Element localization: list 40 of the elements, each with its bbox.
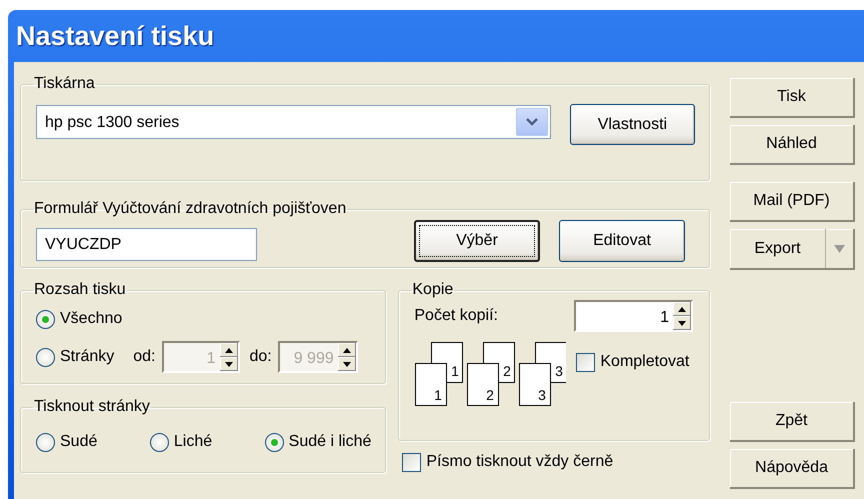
copies-label: Počet kopií: [414, 306, 498, 326]
triangle-down-icon [224, 360, 234, 368]
copies-spinner[interactable]: 1 [574, 300, 693, 332]
group-label: Kopie [411, 281, 454, 299]
group-label: Formulář Vyúčtování zdravotních pojišťoven [33, 200, 348, 218]
to-page-spinner: 9 999 [278, 341, 358, 373]
dropdown-button[interactable] [516, 108, 548, 136]
group-label: Rozsah tisku [33, 281, 127, 299]
group-label: Tiskárna [33, 75, 96, 93]
from-label: od: [133, 347, 156, 367]
collate-pages-drawing: 1 1 2 2 3 3 [414, 342, 566, 408]
group-label: Tisknout stránky [33, 398, 151, 416]
to-label: do: [250, 347, 272, 367]
spin-up-button[interactable] [673, 302, 691, 316]
chevron-down-icon [526, 118, 538, 126]
collate-checkbox[interactable]: Kompletovat [576, 350, 690, 374]
radio-button[interactable]: Sudé i liché [264, 430, 372, 454]
radio-button[interactable]: Sudé [36, 430, 98, 454]
from-page-spinner: 1 [162, 341, 240, 373]
triangle-down-icon [834, 244, 845, 252]
printer-dropdown[interactable]: hp psc 1300 series [36, 105, 551, 139]
dialog-button[interactable]: Nápověda [730, 449, 855, 489]
dialog-button[interactable]: Tisk [730, 78, 855, 118]
dialog-button[interactable]: Náhled [730, 125, 855, 165]
triangle-up-icon [224, 346, 234, 354]
triangle-down-icon [342, 360, 352, 368]
window-title: Nastavení tisku [16, 20, 214, 53]
triangle-down-icon [677, 320, 687, 326]
edit-button[interactable]: Editovat [559, 220, 685, 262]
export-split-button[interactable]: Export [730, 229, 855, 270]
triangle-up-icon [342, 346, 352, 354]
dialog-button[interactable]: Zpět [730, 402, 855, 442]
radio-button[interactable]: Liché [150, 430, 212, 454]
select-button[interactable]: Výběr [414, 220, 540, 262]
properties-button[interactable]: Vlastnosti [570, 104, 695, 145]
triangle-up-icon [677, 306, 687, 312]
form-code-field[interactable]: VYUCZDP [36, 228, 257, 261]
spin-down-button[interactable] [673, 316, 691, 330]
dialog-button[interactable]: Mail (PDF) [730, 182, 855, 222]
font-mode-checkbox[interactable]: Písmo tisknout vždy černě [402, 450, 710, 474]
